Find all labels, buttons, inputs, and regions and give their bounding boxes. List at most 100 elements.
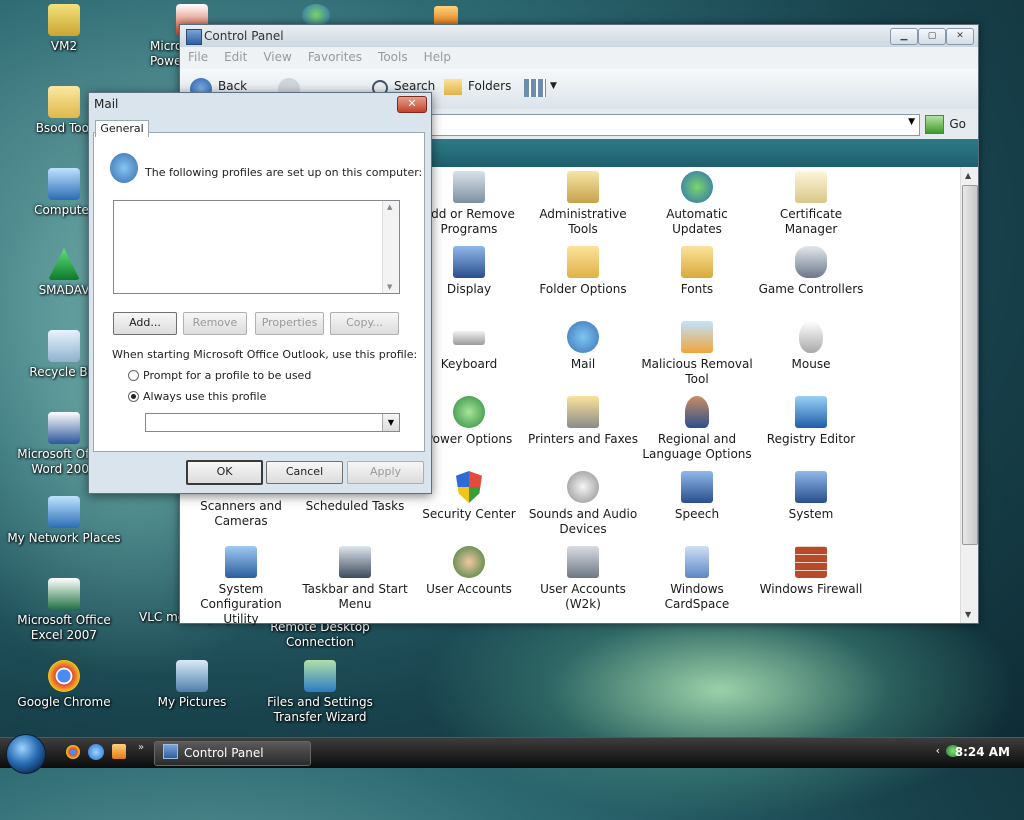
cp-item-malicious-removal-tool[interactable]: Malicious Removal Tool (640, 321, 754, 387)
menu-file[interactable]: File (180, 47, 216, 67)
prompt-profile-label[interactable]: Prompt for a profile to be used (143, 369, 311, 382)
close-button[interactable]: ✕ (946, 28, 974, 45)
address-input[interactable]: ▼ (420, 114, 920, 136)
prompt-profile-radio[interactable] (128, 370, 139, 381)
list-scroll-down-icon[interactable]: ▼ (387, 283, 392, 291)
remove-button[interactable]: Remove (183, 312, 247, 335)
transfer-wizard-icon (304, 660, 336, 692)
cp-item-label: Game Controllers (758, 282, 864, 296)
profile-select[interactable]: ▼ (145, 413, 400, 432)
cp-item-windows-firewall[interactable]: Windows Firewall (754, 546, 868, 597)
cp-item-label: Windows CardSpace (664, 582, 730, 611)
cp-item-mail[interactable]: Mail (526, 321, 640, 372)
start-button[interactable] (6, 734, 46, 774)
copy-button[interactable]: Copy... (330, 312, 399, 335)
minimize-button[interactable]: ▁ (890, 28, 918, 45)
menu-bar: File Edit View Favorites Tools Help (180, 47, 978, 69)
cp-item-system[interactable]: System (754, 471, 868, 522)
desktop-icon-my-network-places[interactable]: My Network Places (4, 496, 124, 546)
add-button[interactable]: Add... (113, 312, 177, 335)
quicklaunch-chevron-icon[interactable]: » (138, 742, 144, 753)
cp-item-label: Regional and Language Options (642, 432, 752, 461)
cp-item-taskbar-start-menu[interactable]: Taskbar and Start Menu (298, 546, 412, 612)
title-bar[interactable]: Control Panel ▁ ▢ ✕ (180, 25, 978, 47)
list-scrollbar[interactable]: ▲ ▼ (382, 201, 399, 293)
views-dropdown-icon[interactable]: ▼ (550, 81, 557, 91)
views-icon[interactable] (524, 79, 546, 97)
cp-item-printers-and-faxes[interactable]: Printers and Faxes (526, 396, 640, 447)
internet-explorer-icon[interactable] (88, 744, 104, 760)
folder-icon (48, 4, 80, 36)
folders-button[interactable]: Folders (468, 79, 511, 93)
desktop-icon-excel[interactable]: Microsoft Office Excel 2007 (4, 578, 124, 643)
maximize-button[interactable]: ▢ (918, 28, 946, 45)
mail-icon (567, 321, 599, 353)
media-icon[interactable] (434, 6, 458, 26)
always-use-profile-label[interactable]: Always use this profile (143, 390, 266, 403)
menu-tools[interactable]: Tools (370, 47, 416, 67)
menu-favorites[interactable]: Favorites (300, 47, 370, 67)
cp-item-game-controllers[interactable]: Game Controllers (754, 246, 868, 297)
tray-expand-icon[interactable]: ‹ (936, 744, 940, 757)
cp-item-folder-options[interactable]: Folder Options (526, 246, 640, 297)
general-tab-panel: The following profiles are set up on thi… (93, 132, 425, 452)
cp-item-system-configuration[interactable]: System Configuration Utility (184, 546, 298, 627)
printer-icon (567, 396, 599, 428)
user-accounts-icon (453, 546, 485, 578)
mouse-icon (799, 321, 823, 353)
cp-item-mouse[interactable]: Mouse (754, 321, 868, 372)
desktop-icon-google-chrome[interactable]: Google Chrome (4, 660, 124, 710)
profile-select-dropdown-icon[interactable]: ▼ (382, 414, 399, 431)
cp-item-label: Speech (674, 507, 720, 521)
menu-edit[interactable]: Edit (216, 47, 255, 67)
media-player-icon[interactable] (112, 744, 126, 759)
chrome-quicklaunch-icon[interactable] (66, 745, 80, 759)
cp-item-registry-editor[interactable]: Registry Editor (754, 396, 868, 447)
cp-item-automatic-updates[interactable]: Automatic Updates (640, 171, 754, 237)
cp-item-user-accounts[interactable]: User Accounts (412, 546, 526, 597)
desktop-icon-transfer-wizard[interactable]: Files and Settings Transfer Wizard (260, 660, 380, 725)
cp-item-windows-cardspace[interactable]: Windows CardSpace (640, 546, 754, 612)
apply-button[interactable]: Apply (347, 461, 424, 484)
dialog-close-button[interactable]: ✕ (397, 96, 427, 113)
desktop-icon-label: Files and Settings Transfer Wizard (267, 695, 373, 724)
profiles-listbox[interactable]: ▲ ▼ (113, 200, 400, 294)
address-dropdown-icon[interactable]: ▼ (908, 117, 915, 127)
search-button[interactable]: Search (394, 79, 435, 93)
go-button[interactable]: Go (949, 117, 966, 131)
cp-item-administrative-tools[interactable]: Administrative Tools (526, 171, 640, 237)
go-arrow-icon[interactable] (925, 115, 944, 134)
properties-button[interactable]: Properties (255, 312, 324, 335)
list-scroll-up-icon[interactable]: ▲ (387, 203, 392, 211)
cp-item-label: User Accounts (W2k) (540, 582, 626, 611)
menu-view[interactable]: View (255, 47, 299, 67)
desktop-icon-vm2[interactable]: VM2 (4, 4, 124, 54)
recycle-bin-icon (48, 330, 80, 362)
ok-button[interactable]: OK (186, 460, 263, 485)
cp-item-fonts[interactable]: Fonts (640, 246, 754, 297)
cancel-button[interactable]: Cancel (266, 461, 343, 484)
mail-dialog: Mail ✕ General The following profiles ar… (88, 92, 432, 494)
windows-update-icon[interactable] (302, 4, 330, 26)
scroll-thumb[interactable] (962, 185, 978, 545)
cp-item-sounds-audio[interactable]: Sounds and Audio Devices (526, 471, 640, 537)
desktop-icon-my-pictures[interactable]: My Pictures (132, 660, 252, 710)
cp-item-speech[interactable]: Speech (640, 471, 754, 522)
folder-icon (48, 86, 80, 118)
scroll-down-arrow-icon[interactable]: ▼ (965, 610, 971, 619)
scroll-up-arrow-icon[interactable]: ▲ (965, 171, 971, 180)
tab-general[interactable]: General (95, 120, 149, 137)
clock[interactable]: 8:24 AM (955, 745, 1010, 759)
registry-editor-icon (795, 396, 827, 428)
cp-item-user-accounts-w2k[interactable]: User Accounts (W2k) (526, 546, 640, 612)
menu-help[interactable]: Help (416, 47, 459, 67)
taskbar-control-panel-button[interactable]: Control Panel (154, 741, 311, 766)
cp-item-regional-language[interactable]: Regional and Language Options (640, 396, 754, 462)
cp-item-label: Certificate Manager (779, 207, 843, 236)
cp-item-label: Folder Options (539, 282, 627, 296)
vertical-scrollbar[interactable]: ▲ ▼ (960, 167, 978, 623)
cp-item-certificate-manager[interactable]: Certificate Manager (754, 171, 868, 237)
cp-item-label: Printers and Faxes (528, 432, 638, 446)
back-button[interactable]: Back (218, 79, 247, 93)
always-use-profile-radio[interactable] (128, 391, 139, 402)
